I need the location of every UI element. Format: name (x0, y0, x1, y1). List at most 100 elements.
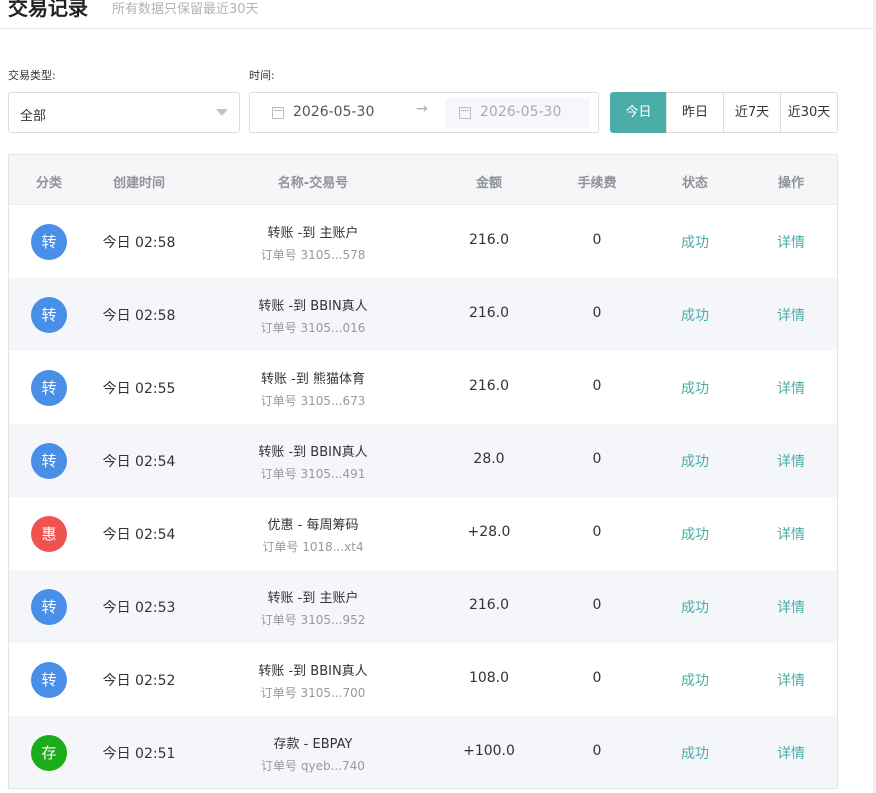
amount: 216.0 (468, 597, 510, 613)
range-yesterday-button[interactable]: 昨日 (666, 92, 724, 133)
end-date-value: 2026-05-30 (480, 104, 562, 120)
range-30days-button[interactable]: 近30天 (780, 92, 838, 133)
fee: 0 (592, 743, 602, 759)
created-time: 今日 02:51 (102, 746, 176, 762)
order-number: 订单号 3105...016 (260, 321, 366, 335)
type-select-value: 全部 (20, 109, 47, 124)
status-text: 成功 (681, 746, 709, 762)
status-text: 成功 (681, 527, 709, 543)
table-row: 存 今日 02:51 存款 - EBPAY 订单号 qyeb...740 +100.0 0… (9, 716, 837, 788)
created-time: 今日 02:54 (102, 527, 176, 543)
fee: 0 (592, 305, 602, 321)
order-number: 订单号 qyeb...740 (261, 759, 365, 773)
order-number: 订单号 3105...673 (260, 394, 366, 408)
created-time: 今日 02:58 (102, 308, 176, 324)
category-badge: 转 (31, 589, 67, 625)
detail-link[interactable]: 详情 (777, 378, 805, 398)
page-header: 交易记录 所有数据只保留最近30天 (0, 0, 876, 29)
fee: 0 (592, 597, 602, 613)
start-date-input[interactable]: 2026-05-30 (258, 98, 408, 128)
type-filter-label: 交易类型: (8, 69, 56, 82)
column-header-created-time: 创建时间 (112, 176, 166, 191)
transaction-name: 转账 -到 主账户 (267, 226, 359, 241)
category-badge: 转 (31, 297, 67, 333)
status-text: 成功 (681, 235, 709, 251)
arrow-right-icon: → (416, 101, 428, 117)
detail-link[interactable]: 详情 (777, 670, 805, 690)
range-today-button[interactable]: 今日 (610, 92, 667, 133)
amount: 216.0 (468, 232, 510, 248)
amount: 216.0 (468, 305, 510, 321)
table-row: 转 今日 02:58 转账 -到 主账户 订单号 3105...578 216.0 0 成功… (9, 205, 837, 278)
table-row: 转 今日 02:55 转账 -到 熊猫体育 订单号 3105...673 216.0 0 成… (9, 351, 837, 424)
column-header-action: 操作 (777, 176, 805, 191)
order-number: 订单号 3105...578 (260, 248, 366, 262)
transactions-table: 分类 创建时间 名称-交易号 金额 手续费 状态 操作 转今日 02:58 转账 … (8, 154, 838, 789)
order-number: 订单号 3105...491 (260, 467, 366, 481)
created-time: 今日 02:52 (102, 673, 176, 689)
status-text: 成功 (681, 381, 709, 397)
category-badge: 转 (31, 662, 67, 698)
status-text: 成功 (681, 600, 709, 616)
amount: +100.0 (463, 743, 515, 759)
order-number: 订单号 1018...xt4 (262, 540, 364, 554)
detail-link[interactable]: 详情 (777, 305, 805, 325)
page-title: 交易记录 (8, 0, 88, 20)
detail-link[interactable]: 详情 (777, 597, 805, 617)
category-badge: 存 (31, 735, 67, 771)
created-time: 今日 02:55 (102, 381, 176, 397)
status-text: 成功 (681, 673, 709, 689)
amount: 216.0 (468, 378, 510, 394)
status-text: 成功 (681, 308, 709, 324)
type-select[interactable]: 全部 (8, 92, 240, 133)
table-header: 分类 创建时间 名称-交易号 金额 手续费 状态 操作 (9, 155, 837, 205)
detail-link[interactable]: 详情 (777, 232, 805, 252)
range-7days-button[interactable]: 近7天 (723, 92, 781, 133)
transaction-name: 转账 -到 熊猫体育 (261, 372, 365, 387)
table-row: 转 今日 02:54 转账 -到 BBIN真人 订单号 3105...491 28.0 0… (9, 424, 837, 497)
transaction-name: 转账 -到 主账户 (267, 591, 359, 606)
order-number: 订单号 3105...700 (260, 686, 366, 700)
transaction-name: 转账 -到 BBIN真人 (258, 445, 368, 460)
start-date-value: 2026-05-30 (293, 104, 375, 120)
created-time: 今日 02:53 (102, 600, 176, 616)
transaction-name: 优惠 - 每周筹码 (267, 518, 359, 533)
table-row: 转 今日 02:58 转账 -到 BBIN真人 订单号 3105...016 216.0… (9, 278, 837, 351)
detail-link[interactable]: 详情 (777, 451, 805, 471)
table-row: 惠 今日 02:54 优惠 - 每周筹码 订单号 1018...xt4 +28.0 0 成功… (9, 497, 837, 570)
table-row: 转 今日 02:52 转账 -到 BBIN真人 订单号 3105...700 108.0… (9, 643, 837, 716)
fee: 0 (592, 378, 602, 394)
transaction-name: 存款 - EBPAY (273, 737, 353, 752)
caret-down-icon (216, 109, 228, 116)
fee: 0 (592, 670, 602, 686)
category-badge: 转 (31, 443, 67, 479)
detail-link[interactable]: 详情 (777, 524, 805, 544)
status-text: 成功 (681, 454, 709, 470)
detail-link[interactable]: 详情 (777, 743, 805, 763)
date-range-picker[interactable]: 2026-05-30 → 2026-05-30 (249, 92, 599, 133)
column-header-name: 名称-交易号 (277, 176, 349, 191)
created-time: 今日 02:58 (102, 235, 176, 251)
created-time: 今日 02:54 (102, 454, 176, 470)
calendar-icon (459, 107, 471, 119)
transaction-name: 转账 -到 BBIN真人 (258, 299, 368, 314)
amount: 28.0 (473, 451, 505, 467)
fee: 0 (592, 524, 602, 540)
column-header-fee: 手续费 (577, 176, 617, 191)
page-subtitle: 所有数据只保留最近30天 (112, 2, 259, 17)
end-date-input[interactable]: 2026-05-30 (445, 98, 589, 128)
order-number: 订单号 3105...952 (260, 613, 366, 627)
fee: 0 (592, 451, 602, 467)
category-badge: 转 (31, 224, 67, 260)
fee: 0 (592, 232, 602, 248)
time-filter-label: 时间: (249, 69, 275, 82)
amount: 108.0 (468, 670, 510, 686)
column-header-category: 分类 (35, 176, 63, 191)
transaction-name: 转账 -到 BBIN真人 (258, 664, 368, 679)
category-badge: 惠 (31, 516, 67, 552)
table-row: 转 今日 02:53 转账 -到 主账户 订单号 3105...952 216.0 0 成功… (9, 570, 837, 643)
column-header-amount: 金额 (475, 176, 503, 191)
amount: +28.0 (467, 524, 511, 540)
calendar-icon (272, 107, 284, 119)
column-header-status: 状态 (681, 176, 709, 191)
